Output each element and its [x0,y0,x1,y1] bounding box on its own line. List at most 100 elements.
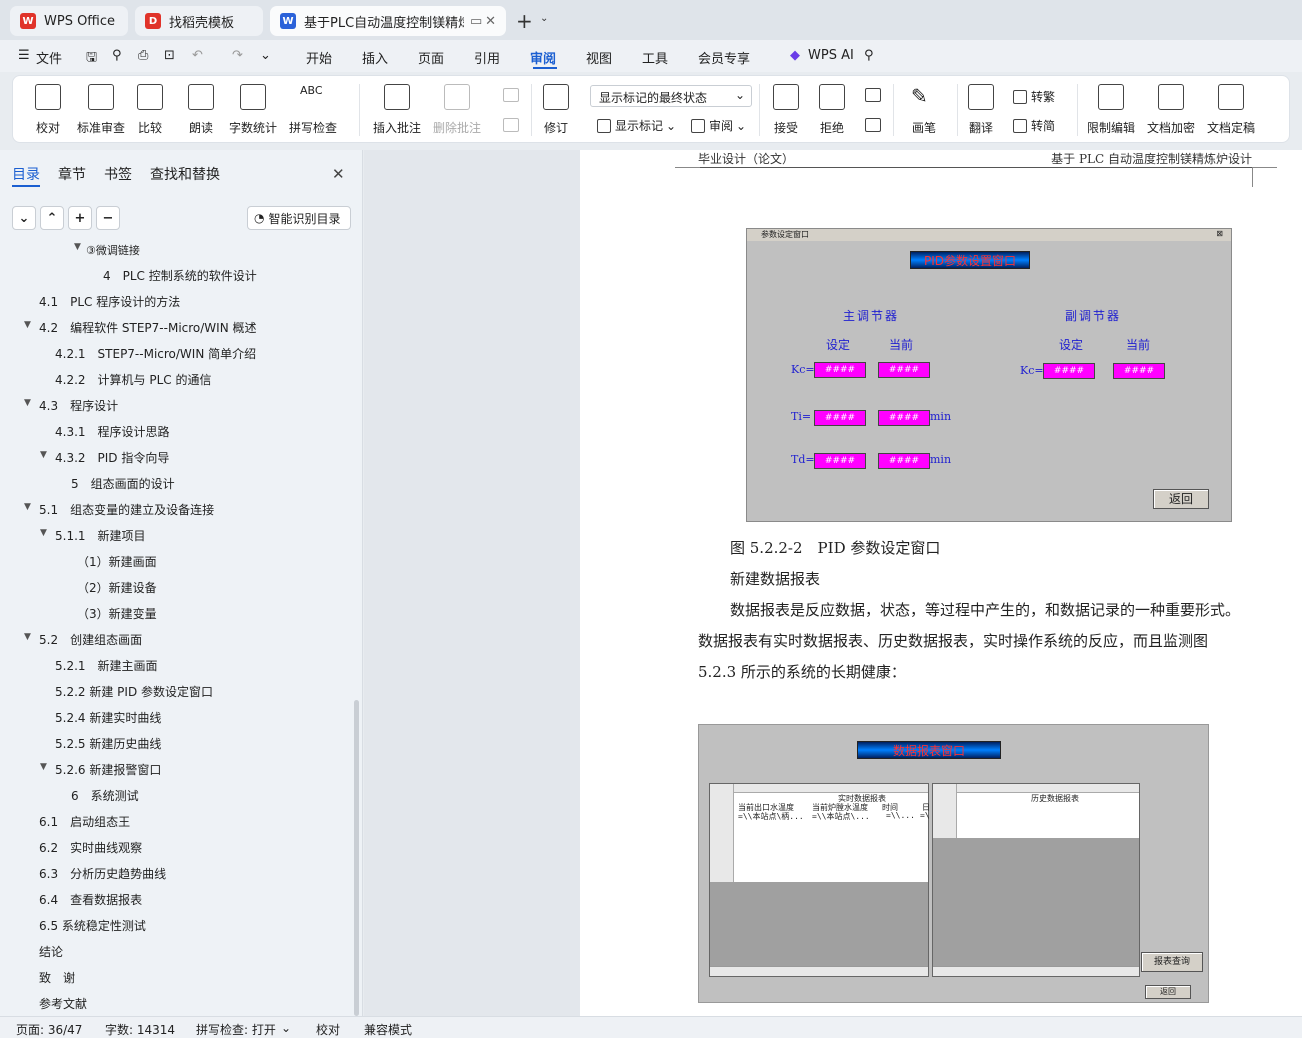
menu-start[interactable]: 开始 [306,48,332,67]
proofread-button[interactable]: 校对 [35,84,61,136]
toc-item[interactable]: 致 谢 [39,969,75,986]
to-simplified-button[interactable]: 转简 [1013,117,1055,134]
remove-heading-button[interactable]: − [96,206,120,230]
delete-comment-button[interactable]: 删除批注 [433,84,481,136]
expand-arrow-icon[interactable]: ▼ [40,762,47,772]
toc-item[interactable]: 5.2.6 新建报警窗口 [55,761,161,778]
panel-tab-bookmarks[interactable]: 书签 [104,164,132,184]
panel-tab-chapters[interactable]: 章节 [58,164,86,184]
pen-button[interactable]: ✎ 画笔 [911,84,937,136]
expand-arrow-icon[interactable]: ▼ [24,502,31,512]
menu-insert[interactable]: 插入 [362,48,388,67]
hamburger-icon[interactable]: ☰ [18,48,30,63]
toc-item[interactable]: 4.2.1 STEP7--Micro/WIN 简单介绍 [55,345,256,362]
expand-arrow-icon[interactable]: ▼ [40,450,47,460]
expand-arrow-icon[interactable]: ▼ [24,632,31,642]
word-count-button[interactable]: 字数统计 [229,84,277,136]
monitor-icon[interactable]: ▭ [470,14,482,29]
menu-review[interactable]: 审阅 [530,48,556,67]
toc-item[interactable]: 4.3.2 PID 指令向导 [55,449,169,466]
panel-scrollbar[interactable] [354,700,359,1016]
toc-item[interactable]: 4.2 编程软件 STEP7--Micro/WIN 概述 [39,319,257,336]
toc-item[interactable]: 4.3.1 程序设计思路 [55,423,170,440]
menu-page[interactable]: 页面 [418,48,444,67]
toc-item[interactable]: 5.2 创建组态画面 [39,631,142,648]
menu-view[interactable]: 视图 [586,48,612,67]
toc-item[interactable]: 4.2.2 计算机与 PLC 的通信 [55,371,211,388]
tab-wps-office[interactable]: W WPS Office [10,6,128,36]
restrict-edit-button[interactable]: 限制编辑 [1087,84,1135,136]
undo-icon[interactable]: ↶ [192,48,203,63]
next-comment-icon[interactable] [503,118,519,132]
doc-finalize-button[interactable]: 文档定稿 [1207,84,1255,136]
next-change-icon[interactable] [865,118,881,132]
menu-file[interactable]: 文件 [36,48,62,67]
add-heading-button[interactable]: + [68,206,92,230]
menu-tools[interactable]: 工具 [642,48,668,67]
print-icon[interactable]: ⎙ [138,48,148,63]
show-markup-button[interactable]: 显示标记 ⌄ [597,117,676,134]
spell-check-button[interactable]: ABC 拼写检查 [289,84,337,136]
toc-item[interactable]: 4 PLC 控制系统的软件设计 [103,267,257,284]
insert-comment-button[interactable]: 插入批注 [373,84,421,136]
new-tab-button[interactable]: + [516,9,533,33]
toc-item[interactable]: 6.1 启动组态王 [39,813,130,830]
review-pane-button[interactable]: 审阅 ⌄ [691,117,746,134]
close-panel-icon[interactable]: ✕ [332,165,345,183]
toc-item[interactable]: 5.2.1 新建主画面 [55,657,158,674]
to-traditional-button[interactable]: 转繁 [1013,88,1055,105]
menu-member[interactable]: 会员专享 [698,48,750,67]
read-aloud-button[interactable]: 朗读 [188,84,214,136]
doc-encrypt-button[interactable]: 文档加密 [1147,84,1195,136]
redo-icon[interactable]: ↷ [232,48,243,63]
toc-item[interactable]: 6.4 查看数据报表 [39,891,142,908]
expand-arrow-icon[interactable]: ▼ [74,242,81,252]
toc-item[interactable]: 6.3 分析历史趋势曲线 [39,865,166,882]
expand-up-button[interactable]: ⌃ [40,206,64,230]
toc-item[interactable]: ③微调链接 [86,242,140,258]
toc-item[interactable]: 5.2.2 新建 PID 参数设定窗口 [55,683,213,700]
panel-tab-find-replace[interactable]: 查找和替换 [150,164,220,184]
expand-arrow-icon[interactable]: ▼ [24,320,31,330]
toc-item[interactable]: 6.2 实时曲线观察 [39,839,142,856]
smart-toc-button[interactable]: ◔ 智能识别目录 [247,206,351,230]
accept-button[interactable]: 接受 [773,84,799,136]
tab-document[interactable]: W 基于PLC自动温度控制镁精炼 ▭ ✕ [270,6,506,36]
markup-state-select[interactable]: 显示标记的最终状态 ⌄ [590,85,752,107]
proofread-status[interactable]: 校对 [316,1021,340,1038]
chevron-down-icon[interactable]: ⌄ [281,1021,291,1035]
toc-item[interactable]: 结论 [39,943,63,960]
tab-template[interactable]: D 找稻壳模板 [135,6,263,36]
toc-item[interactable]: 5.2.5 新建历史曲线 [55,735,161,752]
close-tab-icon[interactable]: ✕ [485,14,496,29]
share-icon[interactable]: ⚲ [112,48,122,63]
menu-wps-ai[interactable]: WPS AI [808,48,854,63]
save-icon[interactable]: 🖫 [86,48,97,70]
toc-item[interactable]: （1）新建画面 [77,553,157,570]
word-count[interactable]: 字数: 14314 [105,1021,175,1038]
translate-button[interactable]: 翻译 [968,84,994,136]
chevron-down-icon[interactable]: ⌄ [540,13,548,24]
more-icon[interactable]: ⌄ [260,48,271,63]
toc-item[interactable]: 6.5 系统稳定性测试 [39,917,146,934]
expand-arrow-icon[interactable]: ▼ [24,398,31,408]
toc-item[interactable]: 5.1.1 新建项目 [55,527,146,544]
toc-item[interactable]: 5.2.4 新建实时曲线 [55,709,161,726]
spell-check-status[interactable]: 拼写检查: 打开 [196,1021,276,1038]
compare-button[interactable]: 比较 [137,84,163,136]
toc-item[interactable]: 4.3 程序设计 [39,397,118,414]
toc-item[interactable]: 4.1 PLC 程序设计的方法 [39,293,180,310]
revise-button[interactable]: 修订 [543,84,569,136]
print-preview-icon[interactable]: ⊡ [164,48,175,63]
menu-reference[interactable]: 引用 [474,48,500,67]
page-count[interactable]: 页面: 36/47 [16,1021,82,1038]
expand-arrow-icon[interactable]: ▼ [40,528,47,538]
toc-item[interactable]: 5.1 组态变量的建立及设备连接 [39,501,214,518]
collapse-all-button[interactable]: ⌄ [12,206,36,230]
panel-tab-toc[interactable]: 目录 [12,164,40,184]
toc-item[interactable]: （3）新建变量 [77,605,157,622]
standard-review-button[interactable]: 标准审查 [77,84,125,136]
prev-change-icon[interactable] [865,88,881,102]
toc-item[interactable]: 参考文献 [39,995,87,1012]
toc-item[interactable]: 6 系统测试 [71,787,139,804]
